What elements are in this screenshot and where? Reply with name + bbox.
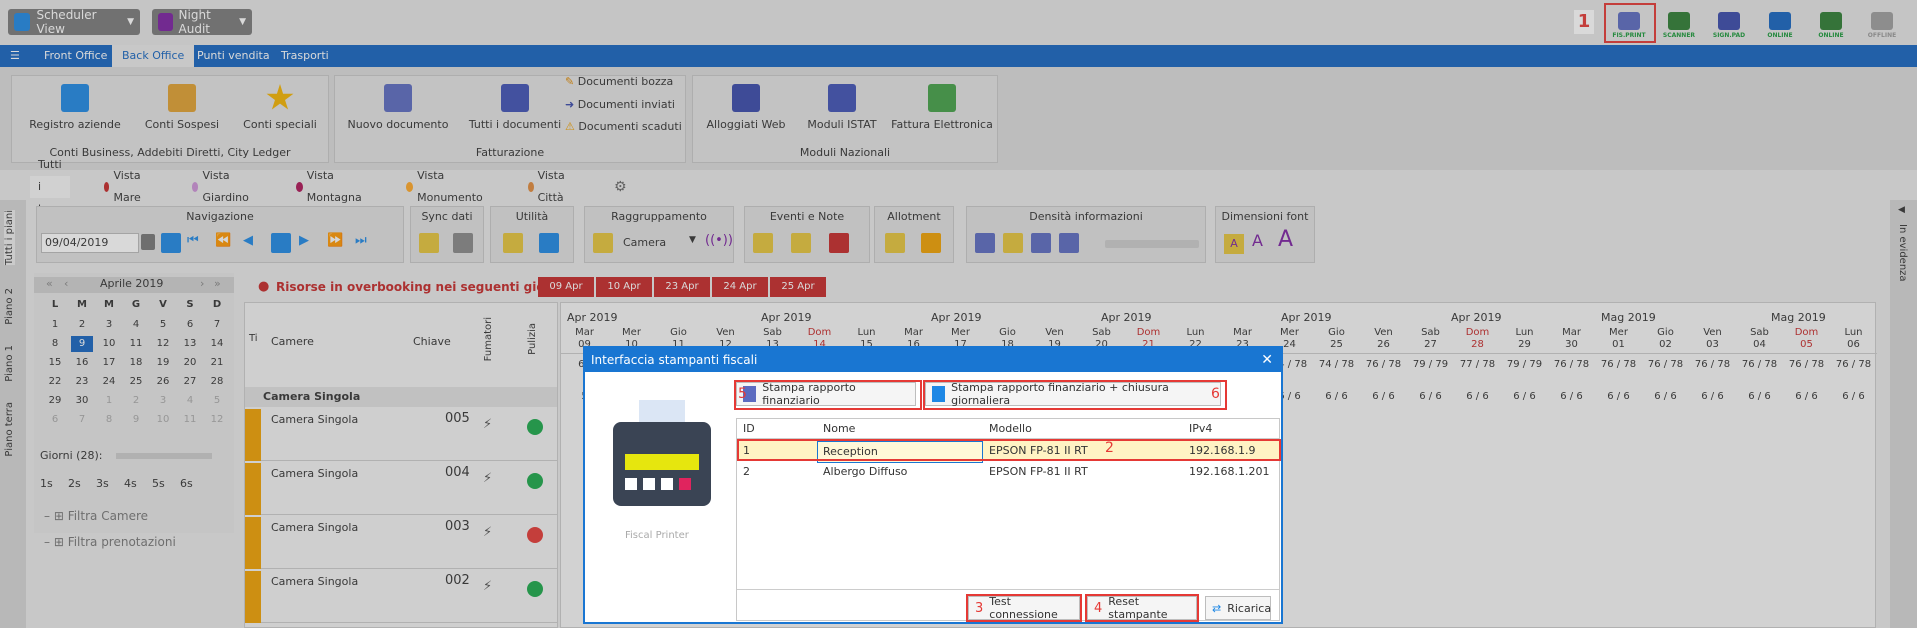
marker-5: 5	[738, 386, 747, 402]
reload-icon: ⇄	[1212, 601, 1222, 615]
highlight-3	[966, 594, 1082, 622]
close-icon[interactable]: ✕	[1261, 348, 1273, 372]
printer-icon	[613, 400, 711, 506]
ricarica-button[interactable]: ⇄ Ricarica	[1205, 596, 1271, 620]
col-ipv4: IPv4	[1189, 422, 1213, 435]
marker-6: 6	[1211, 386, 1220, 402]
col-modello: Modello	[989, 422, 1032, 435]
fiscal-printer-dialog: Interfaccia stampanti fiscali ✕ Fiscal P…	[583, 346, 1283, 624]
col-nome: Nome	[823, 422, 856, 435]
col-id: ID	[743, 422, 755, 435]
table-header: ID Nome Modello IPv4	[737, 419, 1279, 439]
ricarica-label: Ricarica	[1227, 601, 1272, 615]
printer-table: ID Nome Modello IPv4 1 Reception EPSON F…	[736, 418, 1281, 621]
cell-nome: Albergo Diffuso	[823, 465, 908, 478]
dialog-title: Interfaccia stampanti fiscali	[591, 353, 758, 367]
highlight-6	[923, 380, 1227, 410]
highlight-5	[734, 380, 922, 410]
fiscal-printer-illustration	[609, 400, 715, 510]
dialog-header: Interfaccia stampanti fiscali ✕	[585, 348, 1281, 372]
table-footer-divider	[737, 589, 1279, 590]
cell-ip: 192.168.1.201	[1189, 465, 1270, 478]
marker-2: 2	[1105, 440, 1114, 456]
cell-id: 2	[743, 465, 750, 478]
table-row[interactable]: 2 Albergo Diffuso EPSON FP-81 II RT 192.…	[737, 462, 1279, 482]
highlight-4	[1085, 594, 1199, 622]
printer-caption: Fiscal Printer	[625, 530, 689, 541]
highlight-2	[737, 439, 1281, 461]
cell-modello: EPSON FP-81 II RT	[989, 465, 1088, 478]
